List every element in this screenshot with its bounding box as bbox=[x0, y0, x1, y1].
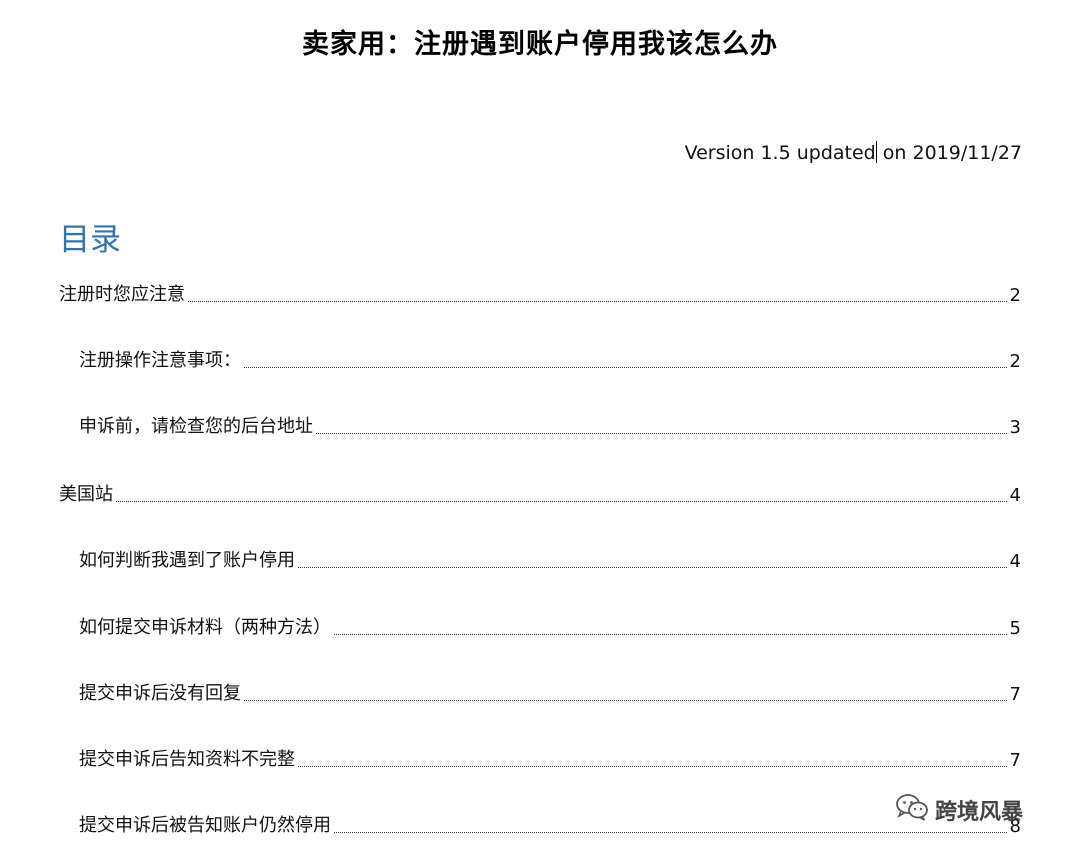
toc-dot-leader bbox=[298, 765, 1007, 767]
watermark-label: 跨境风暴 bbox=[935, 800, 1024, 825]
toc-entry[interactable]: 注册时您应注意 2 bbox=[59, 280, 1021, 306]
toc-entry-text: 如何判断我遇到了账户停用 bbox=[79, 550, 295, 571]
toc-dot-leader bbox=[334, 633, 1007, 635]
toc-dot-leader bbox=[316, 432, 1007, 434]
version-line: Version 1.5 updated on 2019/11/27 bbox=[685, 141, 1022, 164]
toc-entry-page: 7 bbox=[1009, 684, 1021, 705]
version-date: on 2019/11/27 bbox=[876, 142, 1022, 164]
toc-entry-text: 注册时您应注意 bbox=[59, 284, 185, 305]
version-text: Version 1.5 updated bbox=[684, 142, 876, 164]
toc-entry-page: 5 bbox=[1009, 618, 1021, 639]
toc-entry[interactable]: 提交申诉后被告知账户仍然停用 8 bbox=[79, 811, 1021, 837]
toc-entry[interactable]: 美国站 4 bbox=[59, 480, 1021, 506]
toc-entry-page: 2 bbox=[1009, 351, 1021, 372]
toc-dot-leader bbox=[244, 366, 1007, 368]
toc-dot-leader bbox=[116, 500, 1007, 502]
toc-entry-page: 2 bbox=[1009, 285, 1021, 306]
toc-entry-text: 如何提交申诉材料（两种方法） bbox=[79, 617, 331, 638]
wechat-icon bbox=[895, 793, 935, 827]
toc-entry[interactable]: 如何判断我遇到了账户停用 4 bbox=[79, 546, 1021, 572]
document-page: 卖家用：注册遇到账户停用我该怎么办 Version 1.5 updated on… bbox=[0, 0, 1080, 857]
toc-entry-text: 注册操作注意事项： bbox=[79, 350, 241, 371]
toc-entry[interactable]: 申诉前，请检查您的后台地址 3 bbox=[79, 412, 1021, 438]
toc-dot-leader bbox=[244, 699, 1007, 701]
toc-entry[interactable]: 如何提交申诉材料（两种方法） 5 bbox=[79, 613, 1021, 639]
document-title: 卖家用：注册遇到账户停用我该怎么办 bbox=[302, 29, 778, 60]
toc-heading: 目录 bbox=[59, 222, 121, 258]
watermark: 跨境风暴 bbox=[895, 793, 1055, 827]
toc-entry[interactable]: 提交申诉后没有回复 7 bbox=[79, 679, 1021, 705]
toc-entry-page: 4 bbox=[1009, 551, 1021, 572]
toc-entry-text: 提交申诉后被告知账户仍然停用 bbox=[79, 815, 331, 836]
toc-entry[interactable]: 注册操作注意事项： 2 bbox=[79, 346, 1021, 372]
toc-entry[interactable]: 提交申诉后告知资料不完整 7 bbox=[79, 745, 1021, 771]
toc-entry-text: 提交申诉后告知资料不完整 bbox=[79, 749, 295, 770]
toc-entry-text: 申诉前，请检查您的后台地址 bbox=[79, 416, 313, 437]
toc-entry-page: 3 bbox=[1009, 417, 1021, 438]
toc-dot-leader bbox=[298, 566, 1007, 568]
toc-entry-page: 4 bbox=[1009, 485, 1021, 506]
toc-dot-leader bbox=[188, 300, 1007, 302]
toc-entry-text: 提交申诉后没有回复 bbox=[79, 683, 241, 704]
toc-entry-text: 美国站 bbox=[59, 484, 113, 505]
toc-dot-leader bbox=[334, 831, 1007, 833]
toc-entry-page: 7 bbox=[1009, 750, 1021, 771]
